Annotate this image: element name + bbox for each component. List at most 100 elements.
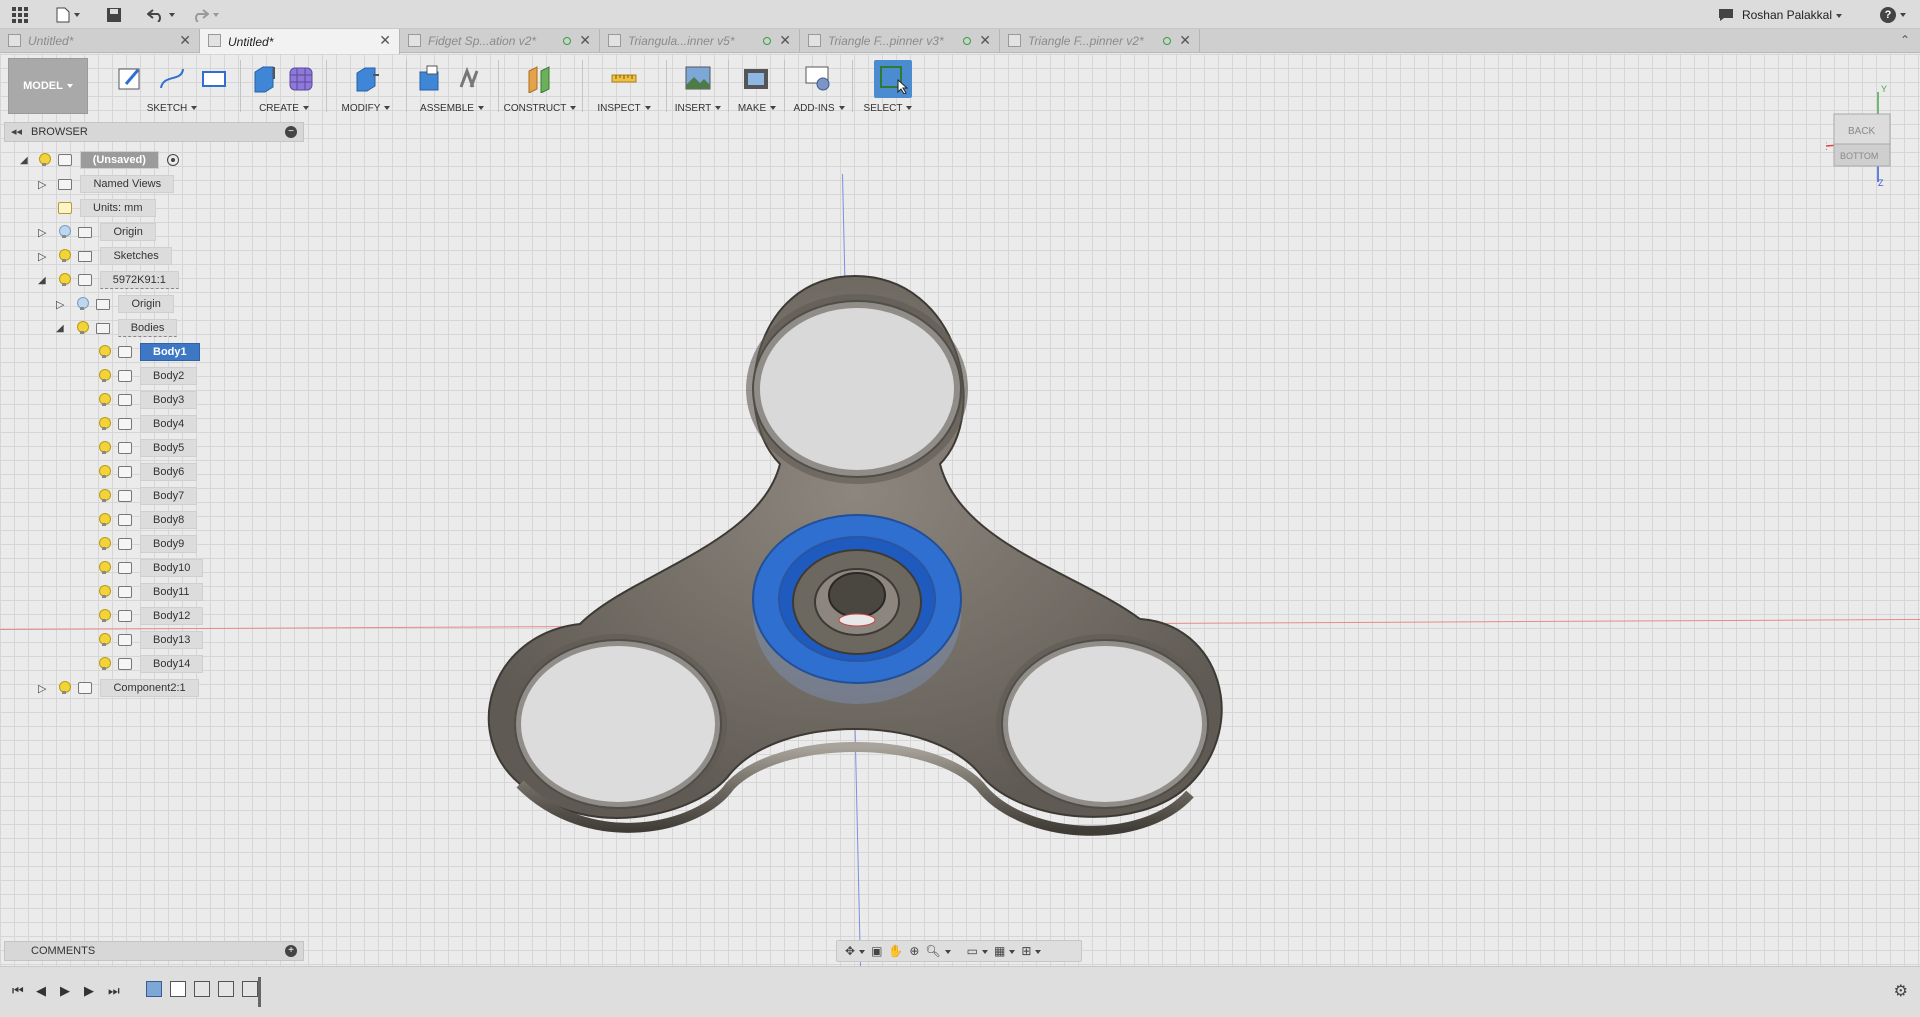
- tab-overflow-icon[interactable]: ⌃: [1900, 33, 1910, 47]
- tree-component-5972k91[interactable]: ◢ 5972K91:1: [38, 271, 179, 289]
- add-comment-icon[interactable]: +: [285, 945, 297, 957]
- joint-icon[interactable]: [454, 62, 486, 94]
- close-icon[interactable]: ✕: [779, 32, 791, 49]
- tree-body[interactable]: Body2: [98, 367, 198, 385]
- model-canvas[interactable]: BACK BOTTOM X Y Z: [0, 54, 1920, 994]
- pan-icon[interactable]: ✋: [888, 944, 903, 958]
- expand-arrow-icon[interactable]: ▷: [56, 298, 64, 311]
- tree-origin[interactable]: ▷ Origin: [38, 223, 156, 241]
- visibility-bulb-icon[interactable]: [98, 345, 111, 359]
- 3d-print-icon[interactable]: [740, 62, 772, 94]
- tree-body[interactable]: Body1: [98, 343, 200, 361]
- play-icon[interactable]: ▶: [60, 983, 70, 999]
- visibility-bulb-icon[interactable]: [58, 225, 72, 239]
- orbit-icon[interactable]: ✥: [845, 944, 866, 958]
- tree-body[interactable]: Body5: [98, 439, 198, 457]
- collapse-arrow-icon[interactable]: ◢: [20, 155, 28, 166]
- visibility-bulb-icon[interactable]: [76, 321, 89, 335]
- make-group[interactable]: MAKE: [732, 58, 782, 116]
- tab-triangular-spinner-v5[interactable]: Triangula...inner v5* ✕: [600, 29, 800, 53]
- timeline-features[interactable]: [146, 981, 266, 1005]
- add-ins-group[interactable]: ADD-INS: [788, 58, 850, 116]
- save-icon[interactable]: [102, 4, 126, 26]
- grid-settings-icon[interactable]: ▦: [994, 944, 1016, 958]
- tree-body[interactable]: Body7: [98, 487, 198, 505]
- redo-icon[interactable]: [188, 4, 222, 26]
- close-icon[interactable]: ✕: [379, 32, 391, 49]
- visibility-bulb-icon[interactable]: [38, 153, 51, 167]
- tab-untitled-1[interactable]: Untitled* ✕: [0, 29, 200, 53]
- user-menu[interactable]: Roshan Palakkal: [1742, 8, 1842, 22]
- create-group[interactable]: CREATE: [246, 58, 322, 116]
- go-to-end-icon[interactable]: ⏭: [108, 983, 120, 999]
- tree-body[interactable]: Body3: [98, 391, 198, 409]
- view-cube[interactable]: BACK BOTTOM X Y Z: [1820, 82, 1891, 188]
- collapse-arrow-icon[interactable]: ◢: [56, 323, 64, 334]
- timeline-body-icon[interactable]: [242, 981, 258, 997]
- step-forward-icon[interactable]: ▶: [84, 983, 94, 999]
- visibility-bulb-icon[interactable]: [98, 393, 111, 407]
- undo-icon[interactable]: [144, 4, 178, 26]
- zoom-icon[interactable]: ⊕: [909, 944, 919, 958]
- viewports-icon[interactable]: ⊞: [1021, 944, 1042, 958]
- step-back-icon[interactable]: ◀: [36, 983, 46, 999]
- visibility-bulb-icon[interactable]: [98, 585, 111, 599]
- expand-arrow-icon[interactable]: ▷: [38, 178, 46, 191]
- expand-arrow-icon[interactable]: ▷: [38, 250, 46, 263]
- collapse-arrow-icon[interactable]: ◢: [38, 275, 46, 286]
- timeline-component-icon[interactable]: [146, 981, 162, 997]
- fit-icon[interactable]: 🔍︎: [925, 944, 951, 958]
- tree-body[interactable]: Body12: [98, 607, 204, 625]
- visibility-bulb-icon[interactable]: [98, 417, 111, 431]
- modify-group[interactable]: MODIFY: [330, 58, 402, 116]
- tree-sub-origin[interactable]: ▷ Origin: [56, 295, 174, 313]
- comments-panel[interactable]: COMMENTS +: [4, 941, 304, 961]
- expand-arrow-icon[interactable]: ▷: [38, 682, 46, 695]
- close-icon[interactable]: ✕: [179, 32, 191, 49]
- tree-body[interactable]: Body9: [98, 535, 198, 553]
- extrude-icon[interactable]: [248, 62, 280, 94]
- tree-body[interactable]: Body13: [98, 631, 204, 649]
- help-icon[interactable]: ?: [1876, 4, 1910, 26]
- visibility-bulb-icon[interactable]: [58, 249, 72, 263]
- inspect-group[interactable]: INSPECT: [586, 58, 662, 116]
- tree-bodies[interactable]: ◢ Bodies: [56, 319, 178, 337]
- visibility-bulb-icon[interactable]: [98, 513, 111, 527]
- active-indicator-icon[interactable]: [166, 154, 179, 166]
- timeline-body-icon[interactable]: [194, 981, 210, 997]
- timeline-sketch-icon[interactable]: [170, 981, 186, 997]
- scripts-addins-icon[interactable]: [802, 62, 834, 94]
- new-component-icon[interactable]: [414, 62, 446, 94]
- offset-plane-icon[interactable]: [524, 62, 556, 94]
- press-pull-icon[interactable]: [350, 62, 382, 94]
- expand-arrow-icon[interactable]: ▷: [38, 226, 46, 239]
- go-to-start-icon[interactable]: ⏮: [12, 983, 24, 999]
- browser-panel-header[interactable]: ◂◂ BROWSER −: [4, 122, 304, 142]
- line-icon[interactable]: [156, 62, 188, 94]
- construct-group[interactable]: CONSTRUCT: [502, 58, 578, 116]
- close-icon[interactable]: ✕: [579, 32, 591, 49]
- visibility-bulb-icon[interactable]: [98, 441, 111, 455]
- tree-body[interactable]: Body8: [98, 511, 198, 529]
- form-icon[interactable]: [286, 62, 318, 94]
- tree-body[interactable]: Body14: [98, 655, 204, 673]
- select-cursor-icon[interactable]: [874, 60, 912, 98]
- visibility-bulb-icon[interactable]: [98, 657, 111, 671]
- apps-grid-icon[interactable]: [8, 4, 32, 26]
- display-settings-icon[interactable]: ▭: [967, 944, 988, 958]
- tab-triangle-spinner-v2[interactable]: Triangle F...pinner v2* ✕: [1000, 29, 1200, 53]
- visibility-bulb-icon[interactable]: [98, 537, 111, 551]
- visibility-bulb-icon[interactable]: [58, 273, 71, 287]
- tree-body[interactable]: Body10: [98, 559, 204, 577]
- tab-triangle-spinner-v3[interactable]: Triangle F...pinner v3* ✕: [800, 29, 1000, 53]
- tree-body[interactable]: Body11: [98, 583, 203, 601]
- rectangle-icon[interactable]: [198, 62, 230, 94]
- tab-fidget-spinner[interactable]: Fidget Sp...ation v2* ✕: [400, 29, 600, 53]
- assemble-group[interactable]: ASSEMBLE: [410, 58, 494, 116]
- visibility-bulb-icon[interactable]: [98, 633, 111, 647]
- look-at-icon[interactable]: ▣: [871, 944, 882, 958]
- insert-group[interactable]: INSERT: [670, 58, 726, 116]
- file-menu-icon[interactable]: [52, 4, 84, 26]
- visibility-bulb-icon[interactable]: [98, 561, 111, 575]
- select-group[interactable]: SELECT: [856, 58, 920, 116]
